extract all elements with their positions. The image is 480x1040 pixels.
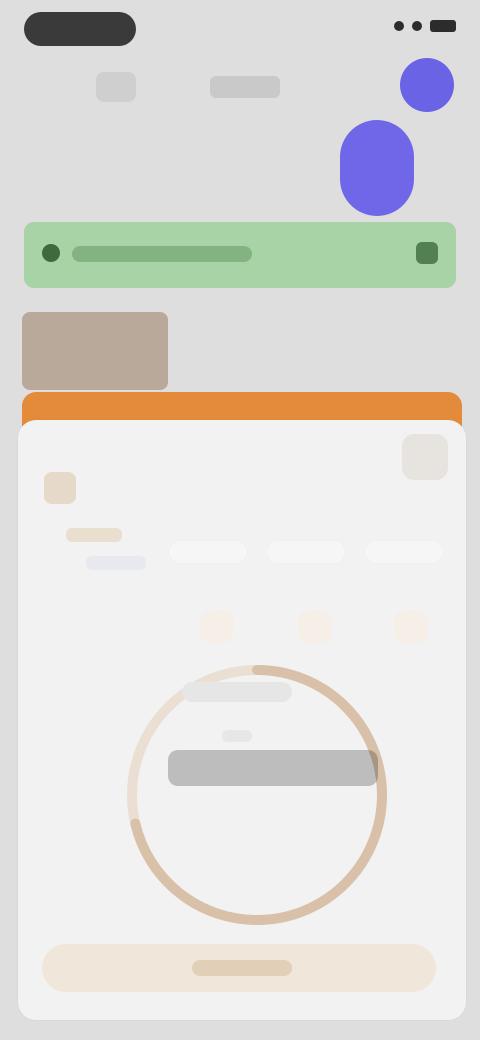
floating-action-button[interactable] [340, 120, 414, 216]
preset-chip-3[interactable] [364, 540, 444, 564]
chevron-right-icon[interactable] [416, 242, 438, 264]
card-menu-button[interactable] [402, 434, 448, 480]
timer-label [182, 682, 292, 702]
dynamic-island [24, 12, 136, 46]
primary-action-label [192, 960, 292, 976]
media-thumbnail[interactable] [22, 312, 168, 390]
timer-ring-svg [127, 665, 387, 925]
back-button[interactable] [96, 72, 136, 102]
page-title [210, 76, 280, 98]
card-label-1 [66, 528, 122, 542]
preset-chip-1[interactable] [168, 540, 248, 564]
info-icon [42, 244, 60, 262]
timer-time [168, 750, 378, 786]
wifi-icon [412, 21, 422, 31]
timer-card [18, 420, 466, 1020]
profile-avatar[interactable] [400, 58, 454, 112]
info-banner[interactable] [24, 222, 456, 288]
app-screen [0, 0, 480, 1040]
battery-icon [430, 20, 456, 32]
timer-ring [92, 630, 422, 960]
card-icon [44, 472, 76, 504]
primary-action-button[interactable] [42, 944, 436, 992]
status-bar [0, 0, 480, 64]
preset-chip-2[interactable] [266, 540, 346, 564]
card-label-2 [86, 556, 146, 570]
banner-text [72, 246, 252, 262]
status-icons [394, 20, 456, 32]
timer-subtitle [222, 730, 252, 742]
signal-icon [394, 21, 404, 31]
